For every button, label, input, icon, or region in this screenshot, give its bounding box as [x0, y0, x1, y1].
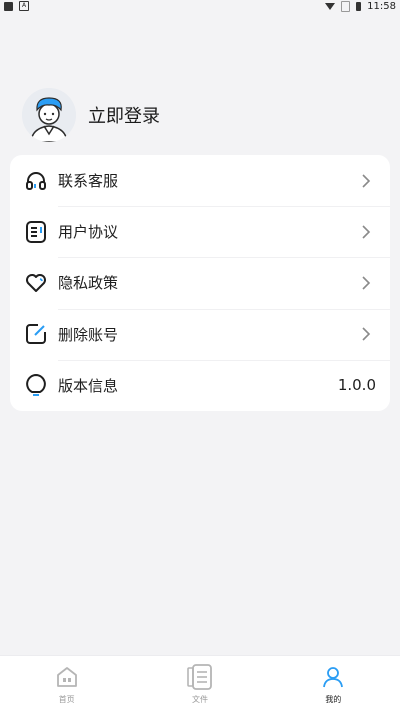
chevron-right-icon — [356, 171, 376, 191]
status-bar: A 11:58 — [0, 0, 400, 12]
menu-item-user-agreement[interactable]: 用户协议 — [10, 206, 390, 257]
status-time: 11:58 — [367, 0, 396, 12]
nav-label: 我的 — [325, 694, 342, 704]
menu-item-delete-account[interactable]: 删除账号 — [10, 308, 390, 360]
nav-label: 文件 — [191, 694, 208, 704]
version-number: 1.0.0 — [337, 376, 376, 395]
document-icon — [24, 220, 48, 244]
chevron-right-icon — [356, 222, 376, 242]
wifi-icon — [325, 2, 336, 10]
avatar[interactable] — [22, 88, 76, 142]
menu-card: 联系客服 用户协议 隐私政策 删除账号 版本信息 1.0.0 — [10, 155, 390, 411]
chevron-right-icon — [356, 273, 376, 293]
menu-item-label: 联系客服 — [58, 172, 119, 191]
bulb-icon — [24, 373, 48, 397]
menu-item-label: 删除账号 — [58, 325, 119, 344]
menu-item-label: 版本信息 — [58, 376, 119, 395]
headset-icon — [24, 169, 48, 193]
login-link[interactable]: 立即登录 — [88, 102, 160, 128]
profile-icon — [318, 662, 348, 692]
menu-item-contact-support[interactable]: 联系客服 — [10, 155, 390, 206]
menu-item-version-info[interactable]: 版本信息 1.0.0 — [10, 359, 390, 411]
chevron-right-icon — [356, 324, 376, 344]
battery-icon — [356, 1, 362, 11]
profile-header[interactable]: 立即登录 — [22, 88, 160, 142]
heart-icon — [24, 271, 48, 295]
app-notification-icon: A — [19, 1, 29, 11]
files-icon — [185, 662, 215, 692]
menu-item-label: 用户协议 — [58, 223, 119, 242]
nav-item-files[interactable]: 文件 — [155, 662, 245, 705]
nav-label: 首页 — [58, 694, 75, 704]
sim-icon — [341, 0, 351, 12]
notification-icon — [4, 1, 13, 11]
edit-icon — [24, 322, 48, 346]
avatar-illustration-icon — [22, 88, 76, 142]
nav-item-profile[interactable]: 我的 — [288, 662, 378, 705]
menu-item-privacy-policy[interactable]: 隐私政策 — [10, 257, 390, 308]
bottom-nav: 首页 文件 我的 — [0, 655, 400, 710]
home-icon — [52, 662, 82, 692]
nav-item-home[interactable]: 首页 — [22, 662, 112, 705]
menu-item-label: 隐私政策 — [58, 274, 119, 293]
